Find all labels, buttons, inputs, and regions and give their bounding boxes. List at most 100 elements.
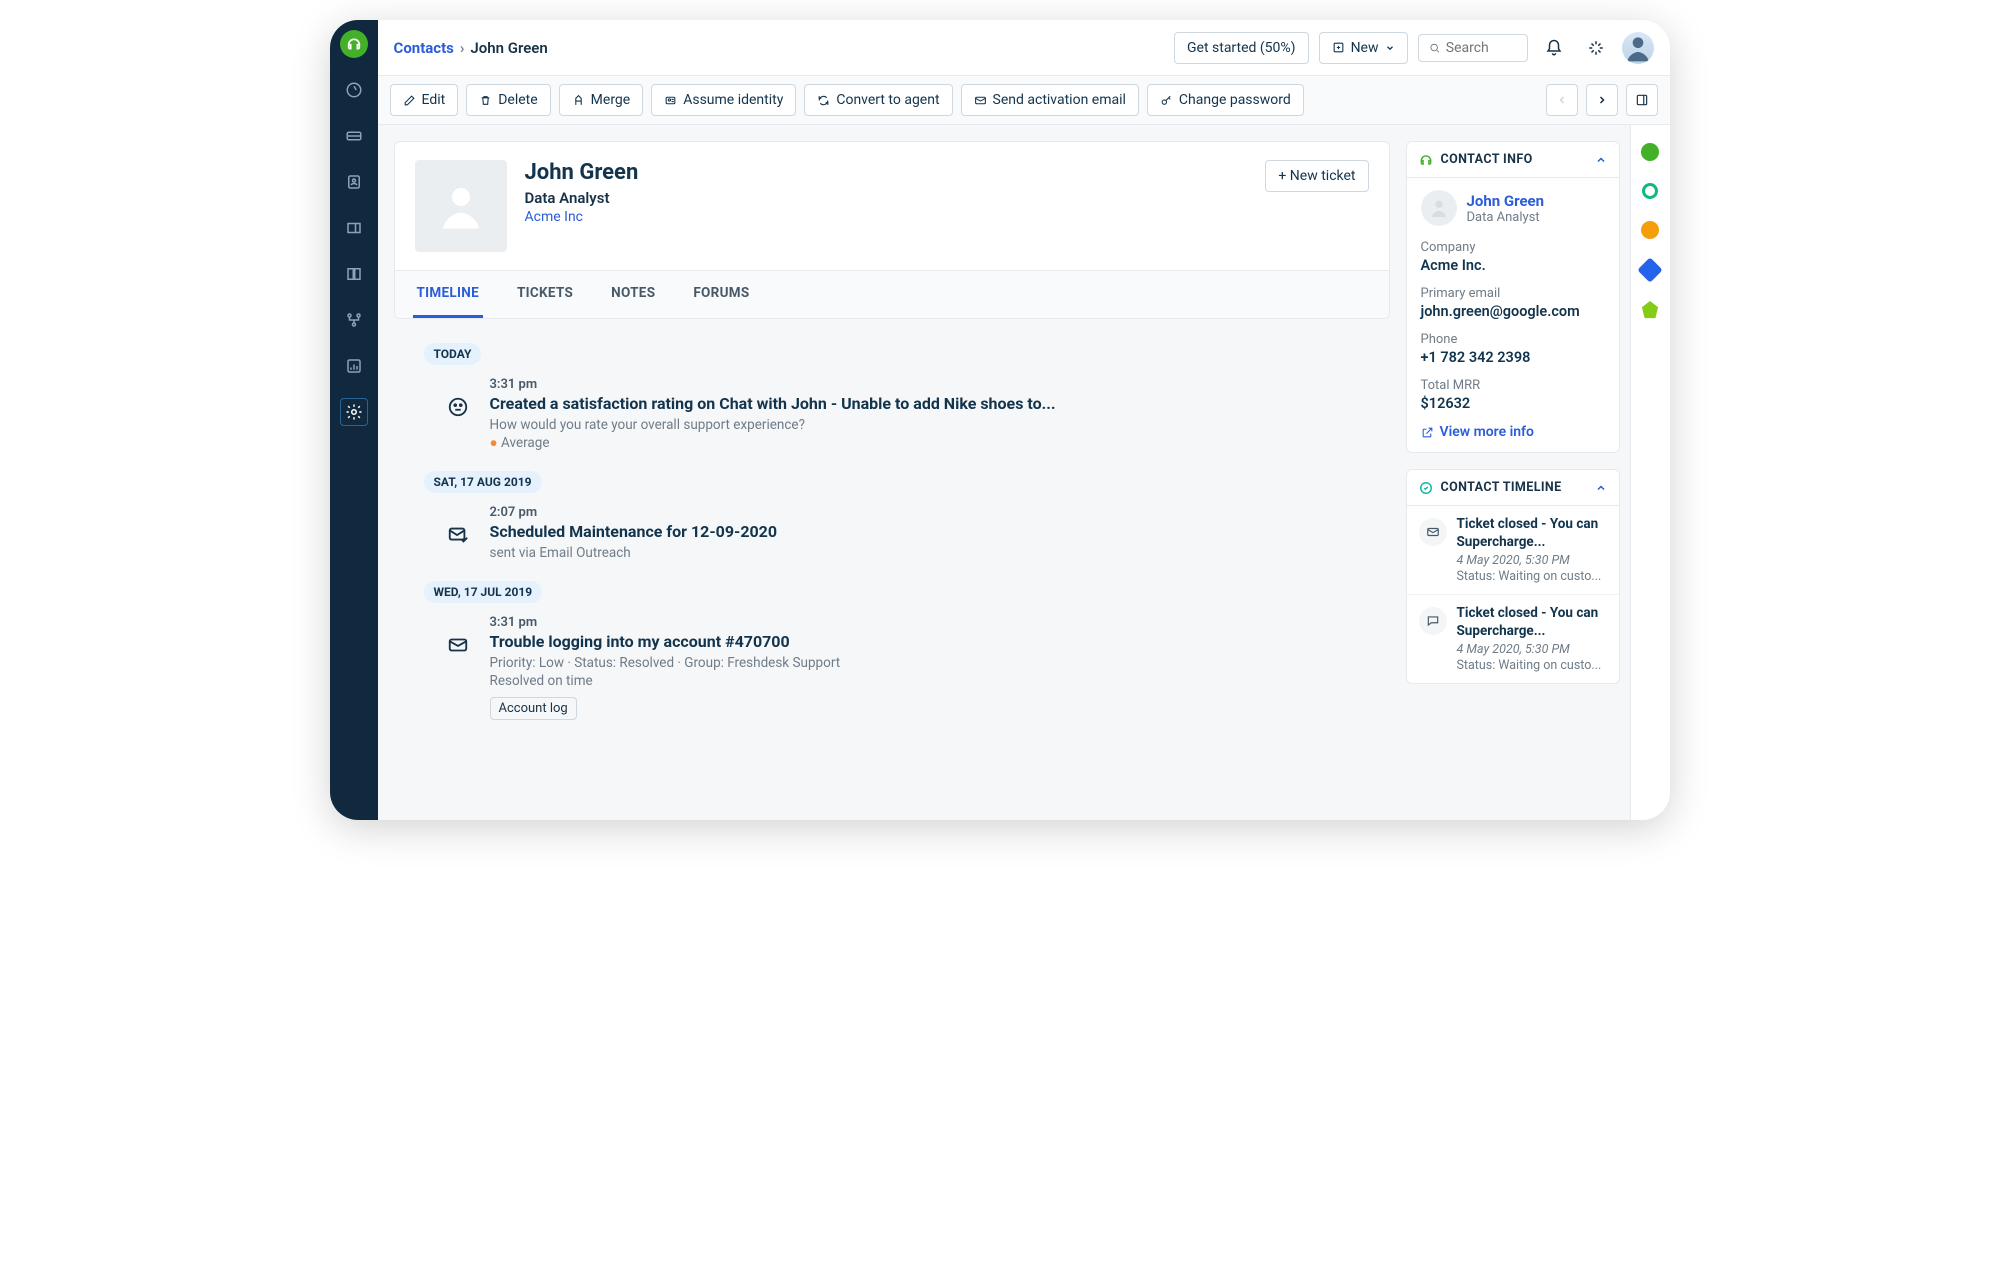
mail-check-icon (444, 521, 472, 549)
contact-info-heading: CONTACT INFO (1441, 152, 1533, 167)
mail-icon (974, 94, 987, 107)
layout-button[interactable] (1626, 84, 1658, 116)
convert-to-agent-button[interactable]: Convert to agent (804, 84, 952, 116)
external-link-icon (1421, 426, 1434, 439)
new-button[interactable]: New (1319, 32, 1408, 64)
search-icon (1429, 41, 1440, 55)
pencil-icon (403, 94, 416, 107)
assume-identity-button[interactable]: Assume identity (651, 84, 796, 116)
profile-avatar (415, 160, 507, 252)
merge-icon (572, 94, 585, 107)
timeline-time: 2:07 pm (490, 505, 778, 520)
profile-role: Data Analyst (525, 189, 639, 207)
trash-icon (479, 94, 492, 107)
next-button[interactable] (1586, 84, 1618, 116)
timeline: TODAY 3:31 pm Created a satisfaction rat… (394, 319, 1390, 788)
timeline-date-pill: SAT, 17 AUG 2019 (424, 471, 542, 493)
profile-name: John Green (525, 160, 639, 185)
change-password-button[interactable]: Change password (1147, 84, 1304, 116)
contact-timeline-item[interactable]: Ticket closed - You can Supercharge... 4… (1407, 506, 1619, 594)
left-nav-rail (330, 20, 378, 820)
nav-solutions-icon[interactable] (340, 214, 368, 242)
app-dot-orange[interactable] (1641, 221, 1659, 239)
timeline-date-pill: TODAY (424, 343, 482, 365)
refresh-icon (817, 94, 830, 107)
timeline-rating: ● Average (490, 435, 1056, 451)
contact-timeline-heading: CONTACT TIMELINE (1441, 480, 1562, 495)
tabs: TIMELINE TICKETS NOTES FORUMS (395, 270, 1389, 318)
chevron-right-icon: › (460, 39, 465, 57)
timeline-item[interactable]: 3:31 pm Trouble logging into my account … (424, 615, 1386, 720)
contact-phone: +1 782 342 2398 (1421, 349, 1605, 366)
contact-info-card: CONTACT INFO John Green Data Analyst (1406, 141, 1620, 453)
breadcrumb: Contacts › John Green (394, 39, 548, 57)
key-icon (1160, 94, 1173, 107)
chevron-up-icon[interactable] (1595, 482, 1607, 494)
app-logo[interactable] (340, 30, 368, 58)
timeline-desc: sent via Email Outreach (490, 545, 778, 561)
chat-icon (1419, 607, 1447, 635)
clock-check-icon (1419, 481, 1433, 495)
right-app-rail (1630, 125, 1670, 820)
notifications-icon[interactable] (1538, 32, 1570, 64)
profile-header: John Green Data Analyst Acme Inc + New t… (395, 142, 1389, 270)
contact-name-link[interactable]: John Green (1467, 192, 1545, 210)
nav-reports-icon[interactable] (340, 352, 368, 380)
tab-notes[interactable]: NOTES (607, 271, 659, 318)
app-dot-blue[interactable] (1637, 257, 1662, 282)
timeline-title: Trouble logging into my account #470700 (490, 632, 841, 651)
timeline-time: 3:31 pm (490, 615, 841, 630)
chevron-down-icon (1385, 43, 1395, 53)
mail-icon (1419, 518, 1447, 546)
headphones-icon (1419, 153, 1433, 167)
nav-contacts-icon[interactable] (340, 168, 368, 196)
new-ticket-button[interactable]: + New ticket (1265, 160, 1368, 192)
contact-email: john.green@google.com (1421, 303, 1605, 320)
contact-role: Data Analyst (1467, 210, 1545, 225)
mail-icon (444, 631, 472, 659)
timeline-time: 3:31 pm (490, 377, 1056, 392)
app-dot-green[interactable] (1641, 143, 1659, 161)
contact-timeline-item[interactable]: Ticket closed - You can Supercharge... 4… (1407, 594, 1619, 683)
tab-forums[interactable]: FORUMS (689, 271, 753, 318)
face-icon (444, 393, 472, 421)
contact-mrr: $12632 (1421, 395, 1605, 412)
send-activation-button[interactable]: Send activation email (961, 84, 1139, 116)
profile-company-link[interactable]: Acme Inc (525, 209, 639, 225)
timeline-meta2: Resolved on time (490, 673, 841, 689)
timeline-item[interactable]: 3:31 pm Created a satisfaction rating on… (424, 377, 1386, 451)
nav-automations-icon[interactable] (340, 306, 368, 334)
get-started-button[interactable]: Get started (50%) (1174, 32, 1309, 64)
nav-kb-icon[interactable] (340, 260, 368, 288)
view-more-link[interactable]: View more info (1421, 424, 1605, 440)
breadcrumb-root[interactable]: Contacts (394, 39, 454, 57)
timeline-badge[interactable]: Account log (490, 697, 577, 720)
nav-settings-icon[interactable] (340, 398, 368, 426)
app-dot-shield[interactable] (1641, 301, 1659, 319)
app-dot-teal[interactable] (1642, 183, 1658, 199)
timeline-title: Created a satisfaction rating on Chat wi… (490, 394, 1056, 413)
timeline-date-pill: WED, 17 JUL 2019 (424, 581, 543, 603)
search-input[interactable] (1418, 34, 1528, 62)
tab-timeline[interactable]: TIMELINE (413, 271, 484, 318)
timeline-meta: Priority: Low · Status: Resolved · Group… (490, 655, 841, 671)
edit-button[interactable]: Edit (390, 84, 459, 116)
contact-timeline-card: CONTACT TIMELINE Ticket closed - You can… (1406, 469, 1620, 684)
plus-box-icon (1332, 41, 1345, 54)
breadcrumb-current: John Green (470, 39, 547, 57)
tab-tickets[interactable]: TICKETS (513, 271, 577, 318)
id-icon (664, 94, 677, 107)
top-bar: Contacts › John Green Get started (50%) … (378, 20, 1670, 76)
contact-avatar-icon (1421, 190, 1457, 226)
nav-dashboard-icon[interactable] (340, 76, 368, 104)
timeline-item[interactable]: 2:07 pm Scheduled Maintenance for 12-09-… (424, 505, 1386, 561)
merge-button[interactable]: Merge (559, 84, 644, 116)
timeline-title: Scheduled Maintenance for 12-09-2020 (490, 522, 778, 541)
delete-button[interactable]: Delete (466, 84, 550, 116)
nav-tickets-icon[interactable] (340, 122, 368, 150)
chevron-up-icon[interactable] (1595, 154, 1607, 166)
timeline-desc: How would you rate your overall support … (490, 417, 1056, 433)
prev-button[interactable] (1546, 84, 1578, 116)
user-avatar[interactable] (1622, 32, 1654, 64)
sparkle-icon[interactable] (1580, 32, 1612, 64)
